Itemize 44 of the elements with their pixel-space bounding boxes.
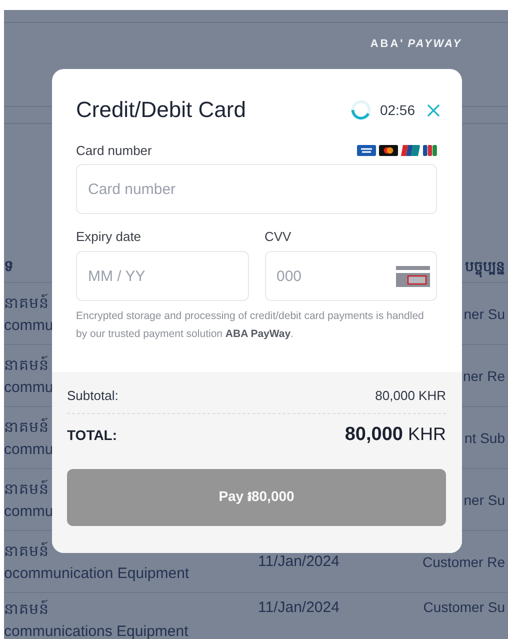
table-cell-text: នាគមន៍ xyxy=(4,541,49,562)
field-label: CVV xyxy=(264,229,292,244)
table-cell-text: commu xyxy=(4,503,54,520)
subtotal-value: 80,000 KHR xyxy=(375,388,446,403)
table-cell-text: nt Sub xyxy=(464,430,505,446)
column-header: បច្ចុប្បន្ន xyxy=(465,256,505,278)
table-cell-text: នាគមន៍ xyxy=(4,479,49,500)
subtotal-label: Subtotal: xyxy=(67,388,118,403)
table-cell-text: នាគមន៍ xyxy=(4,599,49,620)
logo-text: PAYWAY xyxy=(408,38,462,50)
table-cell-text: ner Re xyxy=(462,368,505,384)
countdown-timer: 02:56 xyxy=(380,102,415,118)
table-cell-text: ner Su xyxy=(464,492,505,508)
card-back-icon xyxy=(396,266,430,287)
column-header: ទ xyxy=(4,257,14,277)
table-cell-text: commu xyxy=(4,441,54,458)
table-cell-text: 11/Jan/2024 xyxy=(258,553,340,570)
table-cell-text: 11/Jan/2024 xyxy=(258,599,340,616)
table-cell-text: commu xyxy=(4,317,54,334)
table-cell-text: commu xyxy=(4,379,54,396)
total-value: 80,000 KHR xyxy=(344,424,446,446)
countdown-ring-icon xyxy=(350,99,372,121)
table-cell-text: ocommunication Equipment xyxy=(4,565,190,582)
table-cell-text: Customer Re xyxy=(422,554,505,570)
field-label: Expiry date xyxy=(76,229,142,244)
table-cell-text: Customer Su xyxy=(423,599,505,615)
card-logo-icon xyxy=(423,145,437,156)
total-label: TOTAL: xyxy=(67,427,118,443)
cvv-field[interactable]: 000 xyxy=(264,251,437,301)
field-label: Card number xyxy=(76,143,152,158)
dialog-title: Credit/Debit Card xyxy=(76,97,246,123)
card-logo-icon xyxy=(401,145,420,156)
security-note: Encrypted storage and processing of credit/debit card payments is handled by our trusted payment solution ABA PayWay. xyxy=(76,309,425,342)
card-logo-icon xyxy=(379,145,398,156)
logo-text: ABA' xyxy=(370,38,405,50)
table-cell-text: communications Equipment xyxy=(4,623,188,639)
table-cell-text: នាគមន៍ xyxy=(4,293,49,314)
expiry-date-field[interactable]: MM / YY xyxy=(76,251,248,301)
close-icon xyxy=(427,104,440,116)
table-cell-text: នាគមន៍ xyxy=(4,355,49,376)
card-logo-icon xyxy=(357,145,376,156)
card-number-field[interactable]: Card number xyxy=(76,164,437,214)
table-cell-text: ner Su xyxy=(464,306,505,322)
table-cell-text: នាគមន៍ xyxy=(4,417,49,438)
